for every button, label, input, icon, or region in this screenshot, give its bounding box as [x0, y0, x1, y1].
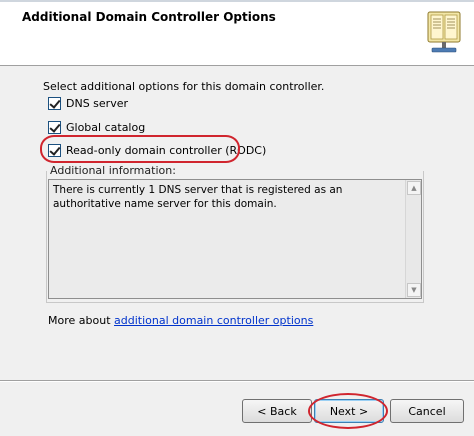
back-button[interactable]: < Back	[242, 399, 312, 423]
global-catalog-checkbox[interactable]	[48, 120, 61, 134]
more-about-prefix: More about	[48, 314, 111, 327]
dns-server-label: DNS server	[66, 96, 128, 110]
dns-server-checkbox[interactable]	[48, 96, 61, 110]
wizard-header: Additional Domain Controller Options	[0, 0, 474, 66]
additional-info-text: There is currently 1 DNS server that is …	[53, 184, 343, 210]
additional-options-link[interactable]: additional domain controller options	[114, 314, 313, 327]
more-about-line: More about additional domain controller …	[48, 314, 313, 327]
info-scrollbar[interactable]: ▲ ▼	[405, 180, 421, 298]
page-title: Additional Domain Controller Options	[22, 10, 276, 24]
global-catalog-option[interactable]: Global catalog	[48, 119, 145, 135]
intro-text: Select additional options for this domai…	[43, 80, 325, 93]
scroll-down-icon[interactable]: ▼	[407, 283, 421, 297]
cancel-button[interactable]: Cancel	[390, 399, 464, 423]
dns-server-option[interactable]: DNS server	[48, 95, 128, 111]
rodc-highlight-ring	[40, 135, 240, 163]
next-highlight-ring	[308, 393, 388, 429]
footer-divider	[0, 380, 474, 382]
additional-info-label: Additional information:	[50, 164, 179, 177]
global-catalog-label: Global catalog	[66, 120, 146, 134]
header-top-edge	[0, 0, 474, 2]
server-book-icon	[427, 11, 461, 53]
additional-info-textbox[interactable]: There is currently 1 DNS server that is …	[48, 179, 422, 299]
scroll-up-icon[interactable]: ▲	[407, 181, 421, 195]
